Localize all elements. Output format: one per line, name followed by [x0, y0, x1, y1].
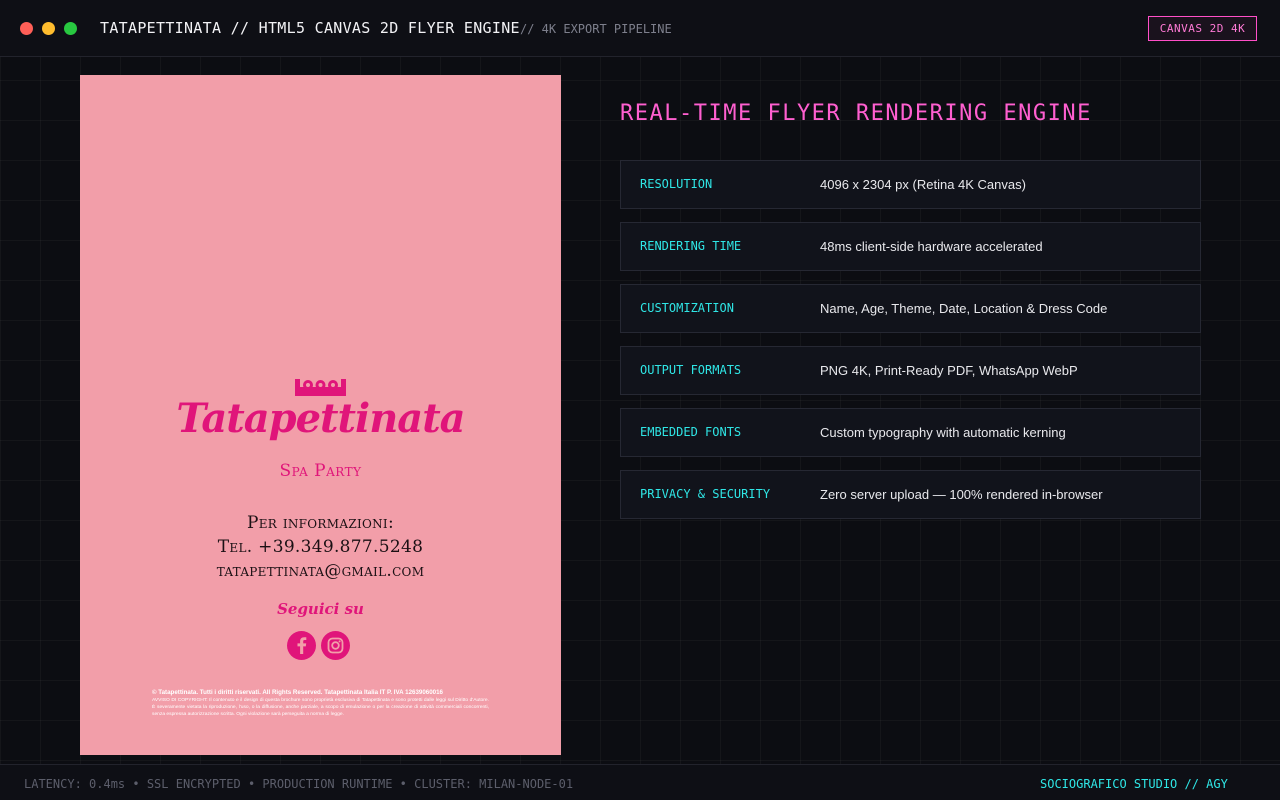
- spec-value: Zero server upload — 100% rendered in-br…: [820, 487, 1103, 502]
- panel-heading: REAL-TIME FLYER RENDERING ENGINE: [620, 101, 1092, 126]
- spec-row-embedded-fonts: EMBEDDED FONTS Custom typography with au…: [620, 408, 1201, 457]
- spec-label: EMBEDDED FONTS: [640, 425, 742, 439]
- maximize-window-button[interactable]: [64, 22, 77, 35]
- footer-brand-link[interactable]: SOCIOGRAFICO STUDIO // AGY: [1040, 777, 1228, 791]
- spec-label: OUTPUT FORMATS: [640, 363, 742, 377]
- instagram-icon[interactable]: [321, 631, 350, 660]
- spec-row-customization: CUSTOMIZATION Name, Age, Theme, Date, Lo…: [620, 284, 1201, 333]
- minimize-window-button[interactable]: [42, 22, 55, 35]
- flyer-info-heading: Per informazioni:: [246, 513, 394, 533]
- flyer-legal-body: AVVISO DI COPYRIGHT: Il contenuto e il d…: [152, 698, 489, 717]
- flyer-legal-title: © Tatapettinata. Tutti i diritti riserva…: [152, 689, 443, 696]
- canvas-mode-badge[interactable]: CANVAS 2D 4K: [1148, 16, 1257, 41]
- flyer-brand-name: Tatapettinata: [176, 395, 465, 442]
- spec-value: 48ms client-side hardware accelerated: [820, 239, 1043, 254]
- spec-row-privacy-security: PRIVACY & SECURITY Zero server upload — …: [620, 470, 1201, 519]
- facebook-icon[interactable]: [287, 631, 316, 660]
- app-subtitle: // 4K EXPORT PIPELINE: [520, 22, 672, 36]
- spec-value: Custom typography with automatic kerning: [820, 425, 1066, 440]
- flyer-legal-notice: © Tatapettinata. Tutti i diritti riserva…: [152, 689, 489, 718]
- spec-row-resolution: RESOLUTION 4096 x 2304 px (Retina 4K Can…: [620, 160, 1201, 209]
- spec-row-rendering-time: RENDERING TIME 48ms client-side hardware…: [620, 222, 1201, 271]
- spec-label: CUSTOMIZATION: [640, 301, 734, 315]
- spec-value: Name, Age, Theme, Date, Location & Dress…: [820, 301, 1108, 316]
- title-bar: TATAPETTINATA // HTML5 CANVAS 2D FLYER E…: [0, 0, 1280, 57]
- flyer-canvas-preview: Tatapettinata Spa Party Per informazioni…: [80, 75, 561, 755]
- footer-status: LATENCY: 0.4ms • SSL ENCRYPTED • PRODUCT…: [24, 777, 574, 791]
- crown-icon: [295, 379, 346, 396]
- spec-row-output-formats: OUTPUT FORMATS PNG 4K, Print-Ready PDF, …: [620, 346, 1201, 395]
- spec-label: RESOLUTION: [640, 177, 713, 191]
- flyer-phone: Tel. +39.349.877.5248: [217, 537, 424, 557]
- app-title: TATAPETTINATA // HTML5 CANVAS 2D FLYER E…: [100, 19, 520, 37]
- spec-label: PRIVACY & SECURITY: [640, 487, 771, 501]
- status-footer: LATENCY: 0.4ms • SSL ENCRYPTED • PRODUCT…: [0, 764, 1280, 800]
- flyer-email: tatapettinata@gmail.com: [216, 561, 425, 581]
- spec-value: 4096 x 2304 px (Retina 4K Canvas): [820, 177, 1026, 192]
- spec-value: PNG 4K, Print-Ready PDF, WhatsApp WebP: [820, 363, 1078, 378]
- flyer-brand-subtitle: Spa Party: [279, 461, 362, 481]
- flyer-follow-label: Seguici su: [277, 600, 364, 618]
- spec-label: RENDERING TIME: [640, 239, 742, 253]
- close-window-button[interactable]: [20, 22, 33, 35]
